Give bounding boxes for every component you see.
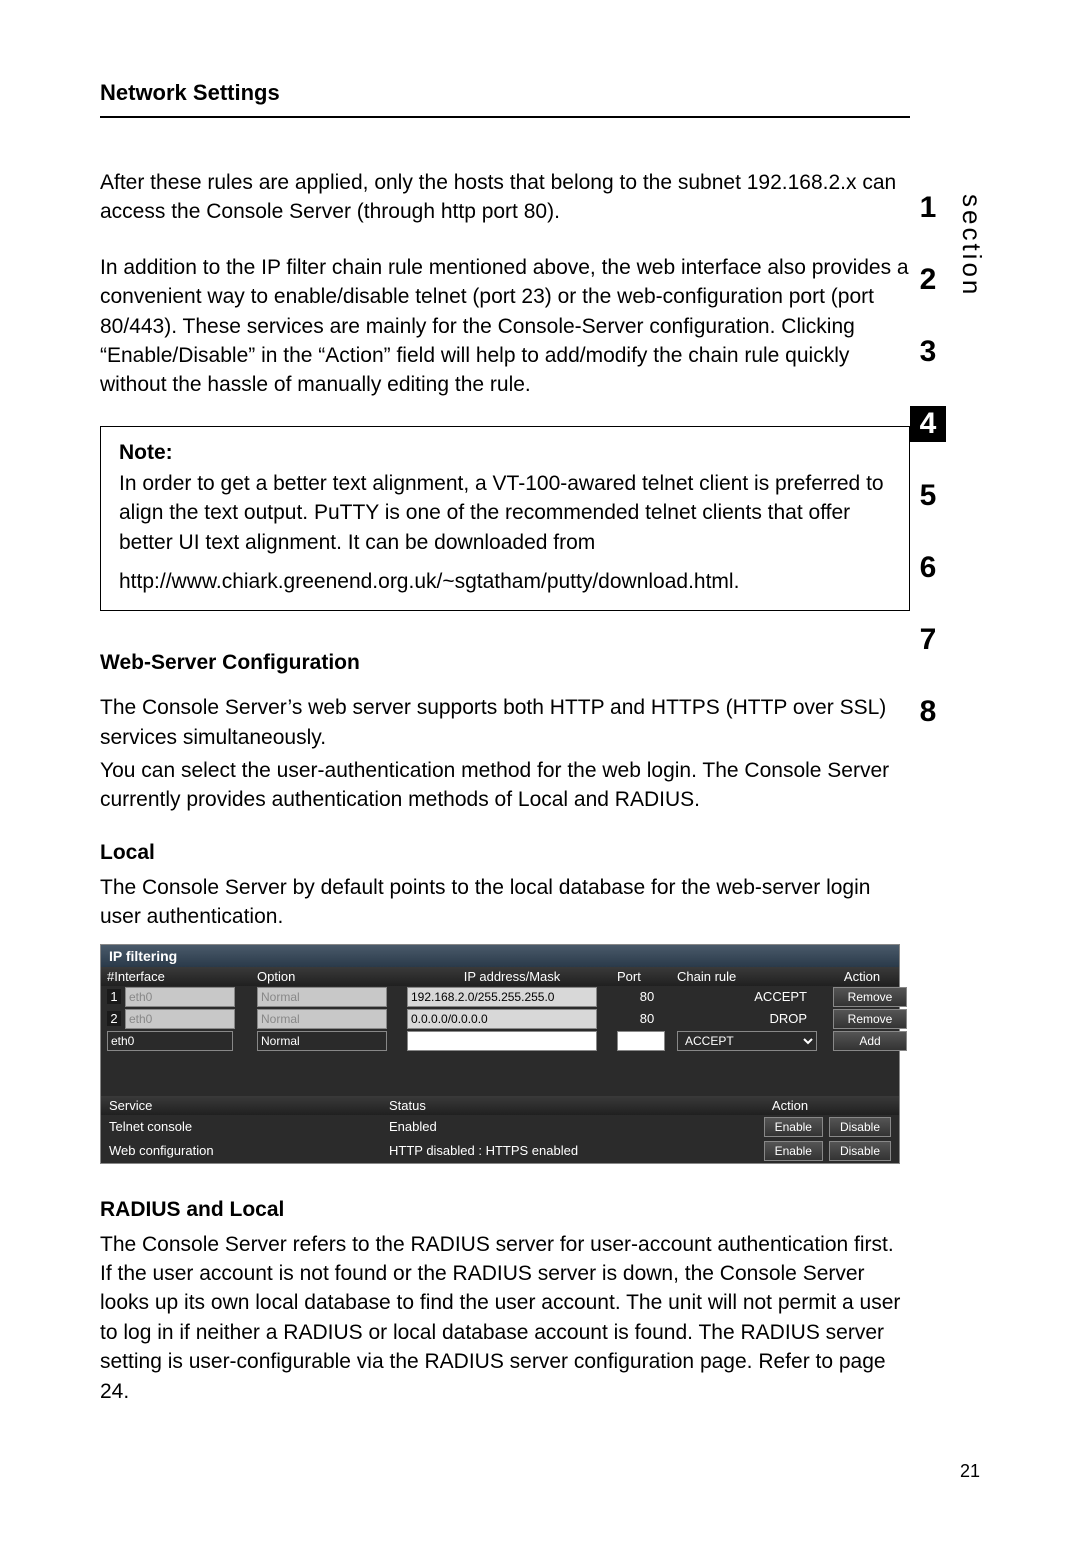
service-status: HTTP disabled : HTTPS enabled <box>389 1143 689 1158</box>
col-svc-action: Action <box>689 1098 891 1113</box>
port-input[interactable] <box>617 1031 665 1051</box>
remove-button[interactable]: Remove <box>833 1009 907 1029</box>
body-paragraph: You can select the user-authentication m… <box>100 756 910 815</box>
section-link-4[interactable]: 4 <box>910 406 946 442</box>
body-paragraph: In addition to the IP filter chain rule … <box>100 253 910 400</box>
section-link-5[interactable]: 5 <box>910 478 946 514</box>
chain-select[interactable]: ACCEPT <box>677 1031 817 1051</box>
section-link-8[interactable]: 8 <box>910 694 946 730</box>
col-option: Option <box>257 969 407 984</box>
heading-local: Local <box>100 841 910 865</box>
heading-radius: RADIUS and Local <box>100 1198 910 1222</box>
iface-field <box>125 987 235 1007</box>
col-port: Port <box>617 969 677 984</box>
port-value: 80 <box>617 1011 677 1026</box>
col-service: Service <box>109 1098 389 1113</box>
note-title: Note: <box>119 441 891 465</box>
disable-button[interactable]: Disable <box>829 1117 891 1137</box>
row-number: 1 <box>107 989 121 1004</box>
chain-value: DROP <box>677 1011 817 1026</box>
service-row: Web configuration HTTP disabled : HTTPS … <box>101 1139 899 1163</box>
service-status: Enabled <box>389 1119 689 1134</box>
enable-button[interactable]: Enable <box>764 1141 823 1161</box>
ip-filter-panel: IP filtering #Interface Option IP addres… <box>100 944 900 1164</box>
ip-field <box>407 987 597 1007</box>
body-paragraph: The Console Server’s web server supports… <box>100 693 910 752</box>
service-name: Web configuration <box>109 1143 389 1158</box>
section-label: section <box>956 194 987 297</box>
option-field <box>257 1009 387 1029</box>
note-box: Note: In order to get a better text alig… <box>100 426 910 612</box>
col-interface: #Interface <box>107 969 257 984</box>
iface-field <box>125 1009 235 1029</box>
title-rule <box>100 116 910 118</box>
row-number: 2 <box>107 1011 121 1026</box>
option-input[interactable] <box>257 1031 387 1051</box>
remove-button[interactable]: Remove <box>833 987 907 1007</box>
add-button[interactable]: Add <box>833 1031 907 1051</box>
filter-row-new: ACCEPT Add <box>101 1030 899 1052</box>
body-paragraph: The Console Server refers to the RADIUS … <box>100 1230 910 1406</box>
section-nav: 1 2 3 4 5 6 7 8 section <box>910 190 980 730</box>
page-title: Network Settings <box>100 80 910 106</box>
chain-value: ACCEPT <box>677 989 817 1004</box>
section-link-7[interactable]: 7 <box>910 622 946 658</box>
page-number: 21 <box>960 1461 980 1482</box>
service-row: Telnet console Enabled Enable Disable <box>101 1115 899 1139</box>
col-status: Status <box>389 1098 689 1113</box>
note-url: http://www.chiark.greenend.org.uk/~sgtat… <box>119 567 891 596</box>
iface-input[interactable] <box>107 1031 233 1051</box>
col-action: Action <box>817 969 907 984</box>
note-body: In order to get a better text alignment,… <box>119 469 891 557</box>
filter-row: 2 80 DROP Remove <box>101 1008 899 1030</box>
section-link-3[interactable]: 3 <box>910 334 946 370</box>
panel-title: IP filtering <box>101 945 899 967</box>
ip-field <box>407 1009 597 1029</box>
ip-input[interactable] <box>407 1031 597 1051</box>
col-ipmask: IP address/Mask <box>407 969 617 984</box>
disable-button[interactable]: Disable <box>829 1141 891 1161</box>
port-value: 80 <box>617 989 677 1004</box>
body-paragraph: The Console Server by default points to … <box>100 873 910 932</box>
heading-webserver: Web-Server Configuration <box>100 651 910 675</box>
section-link-1[interactable]: 1 <box>910 190 946 226</box>
option-field <box>257 987 387 1007</box>
body-paragraph: After these rules are applied, only the … <box>100 168 910 227</box>
filter-row: 1 80 ACCEPT Remove <box>101 986 899 1008</box>
enable-button[interactable]: Enable <box>764 1117 823 1137</box>
section-link-6[interactable]: 6 <box>910 550 946 586</box>
section-link-2[interactable]: 2 <box>910 262 946 298</box>
col-chain: Chain rule <box>677 969 817 984</box>
service-name: Telnet console <box>109 1119 389 1134</box>
